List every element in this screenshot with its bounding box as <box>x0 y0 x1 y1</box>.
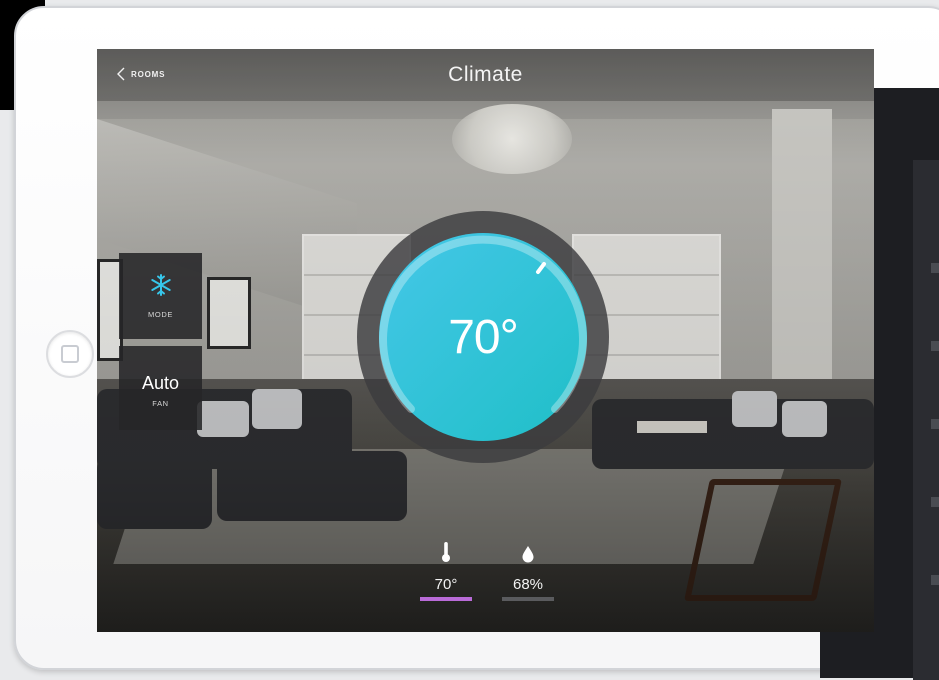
setpoint-temperature: 70° <box>448 310 519 364</box>
secondary-device-details <box>931 195 939 615</box>
page-title: Climate <box>448 63 523 86</box>
home-button[interactable] <box>46 330 94 378</box>
fan-label: FAN <box>152 399 169 408</box>
humidity-value: 68% <box>512 576 544 593</box>
temperature-value: 70° <box>434 576 458 593</box>
mode-button[interactable]: MODE <box>119 253 202 339</box>
app-screen: ROOMS Climate MODE Auto FAN 70° 70° 68% <box>97 49 874 632</box>
temperature-stat[interactable]: 70° <box>419 541 473 601</box>
humidity-indicator-bar <box>502 597 554 601</box>
mode-label: MODE <box>148 310 173 319</box>
thermostat-dial[interactable]: 70° <box>355 209 611 465</box>
humidity-stat[interactable]: 68% <box>501 544 555 601</box>
fan-value: Auto <box>141 373 180 393</box>
thermometer-icon <box>441 541 451 568</box>
snowflake-icon <box>149 273 173 302</box>
water-drop-icon <box>521 545 535 568</box>
temperature-indicator-bar <box>420 597 472 601</box>
fan-button[interactable]: Auto FAN <box>119 346 202 430</box>
